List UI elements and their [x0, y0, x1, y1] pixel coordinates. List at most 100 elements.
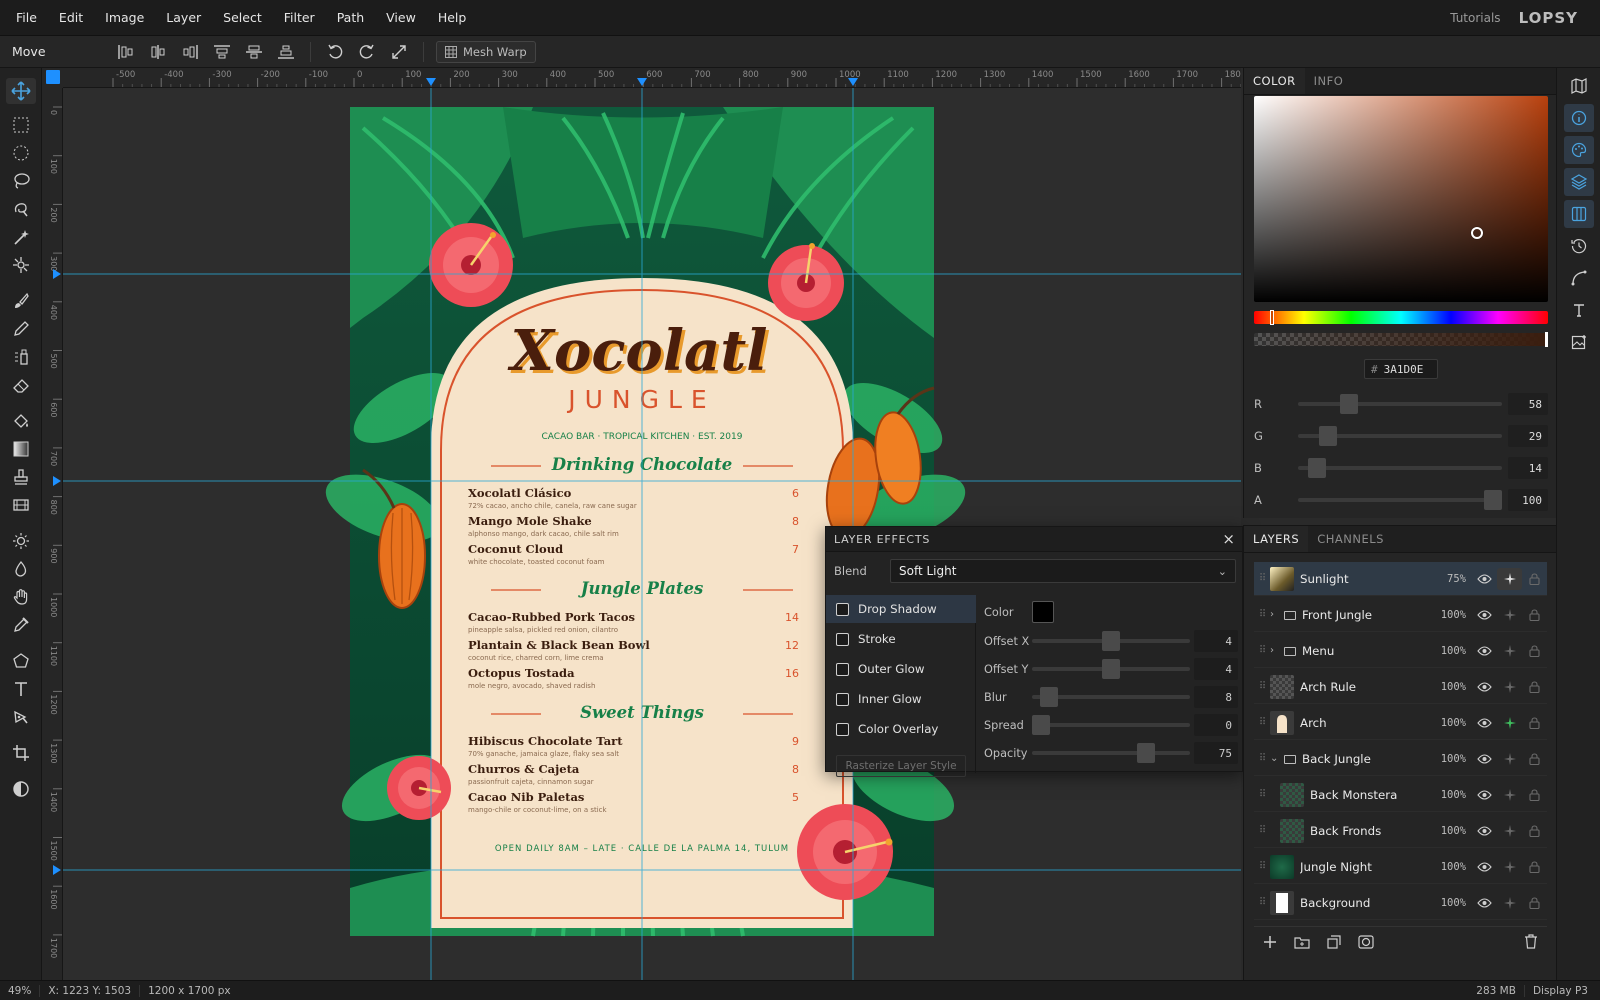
- eye-icon[interactable]: [1472, 892, 1497, 914]
- sparkle-fx-icon[interactable]: [1497, 712, 1522, 734]
- channel-slider-track[interactable]: [1298, 490, 1502, 510]
- menu-file[interactable]: File: [0, 0, 48, 36]
- crop-icon[interactable]: [6, 740, 36, 766]
- slider-thumb[interactable]: [1319, 426, 1338, 446]
- layer-row-back-fronds[interactable]: ⠿ Back Fronds 100%: [1254, 814, 1547, 848]
- slider-thumb[interactable]: [1308, 458, 1327, 478]
- layer-name[interactable]: Back Fronds: [1310, 824, 1432, 838]
- drag-handle-icon[interactable]: ⠿: [1254, 789, 1270, 800]
- drag-handle-icon[interactable]: ⠿: [1254, 717, 1270, 728]
- layer-row-jungle-night[interactable]: ⠿ Jungle Night 100%: [1254, 850, 1547, 884]
- lock-icon[interactable]: [1522, 640, 1547, 662]
- color-picker-handle[interactable]: [1471, 227, 1483, 239]
- stamp-icon[interactable]: [6, 464, 36, 490]
- drag-handle-icon[interactable]: ⠿: [1254, 609, 1270, 620]
- smart-select-icon[interactable]: [6, 252, 36, 278]
- hue-slider-thumb[interactable]: [1270, 310, 1274, 325]
- magic-wand-icon[interactable]: [6, 224, 36, 250]
- param-slider-track[interactable]: [1032, 631, 1190, 651]
- param-value-input[interactable]: 0: [1194, 714, 1238, 736]
- tab-color[interactable]: COLOR: [1244, 68, 1305, 94]
- layer-name[interactable]: Back Jungle: [1302, 752, 1432, 766]
- blend-mode-select[interactable]: Soft Light ⌄: [890, 559, 1236, 583]
- eye-icon[interactable]: [1472, 604, 1497, 626]
- eye-icon[interactable]: [1472, 856, 1497, 878]
- drag-handle-icon[interactable]: ⠿: [1254, 645, 1270, 656]
- contrast-icon[interactable]: [6, 776, 36, 802]
- layer-row-arch[interactable]: ⠿ Arch 100%: [1254, 706, 1547, 740]
- eyedropper-icon[interactable]: [6, 612, 36, 638]
- lock-icon[interactable]: [1522, 748, 1547, 770]
- layer-name[interactable]: Jungle Night: [1300, 860, 1432, 874]
- layer-row-sunlight[interactable]: ⠿ Sunlight 75%: [1254, 562, 1547, 596]
- character-text-icon[interactable]: [1564, 296, 1594, 324]
- layer-row-front-jungle[interactable]: ⠿ › Front Jungle 100%: [1254, 598, 1547, 632]
- sparkle-fx-icon[interactable]: [1497, 892, 1522, 914]
- rect-select-icon[interactable]: [6, 112, 36, 138]
- layer-name[interactable]: Menu: [1302, 644, 1432, 658]
- columns-icon[interactable]: [1564, 200, 1594, 228]
- alpha-slider-thumb[interactable]: [1545, 332, 1548, 347]
- sparkle-fx-icon[interactable]: [1497, 567, 1522, 590]
- lock-icon[interactable]: [1522, 892, 1547, 914]
- slider-thumb[interactable]: [1484, 490, 1502, 510]
- lock-icon[interactable]: [1522, 784, 1547, 806]
- sparkle-fx-icon[interactable]: [1497, 856, 1522, 878]
- clone-brush-icon[interactable]: [6, 344, 36, 370]
- history-icon[interactable]: [1564, 232, 1594, 260]
- menu-edit[interactable]: Edit: [48, 0, 94, 36]
- eye-icon[interactable]: [1472, 568, 1497, 590]
- menu-path[interactable]: Path: [326, 0, 375, 36]
- palette-icon[interactable]: [1564, 136, 1594, 164]
- menu-layer[interactable]: Layer: [155, 0, 212, 36]
- expand-caret-icon[interactable]: ⌄: [1270, 753, 1284, 764]
- layer-name[interactable]: Sunlight: [1300, 572, 1432, 586]
- sparkle-fx-icon[interactable]: [1497, 820, 1522, 842]
- align-top-icon[interactable]: [206, 38, 238, 66]
- checkbox[interactable]: [836, 602, 849, 616]
- effect-outer-glow[interactable]: Outer Glow: [826, 655, 976, 683]
- layer-name[interactable]: Front Jungle: [1302, 608, 1432, 622]
- tab-layers[interactable]: LAYERS: [1244, 526, 1309, 552]
- checkbox[interactable]: [836, 662, 849, 676]
- param-slider-track[interactable]: [1032, 687, 1190, 707]
- polygon-shape-icon[interactable]: [6, 648, 36, 674]
- zoom-level[interactable]: 49%: [0, 985, 39, 997]
- channel-slider-track[interactable]: [1298, 426, 1502, 446]
- filmstrip-icon[interactable]: [6, 492, 36, 518]
- param-value-input[interactable]: 4: [1194, 630, 1238, 652]
- tab-channels[interactable]: CHANNELS: [1308, 526, 1393, 552]
- slider-thumb[interactable]: [1102, 631, 1120, 651]
- align-middle-v-icon[interactable]: [238, 38, 270, 66]
- gradient-icon[interactable]: [6, 436, 36, 462]
- sparkle-fx-icon[interactable]: [1497, 640, 1522, 662]
- align-right-icon[interactable]: [174, 38, 206, 66]
- channel-value-input[interactable]: 14: [1508, 457, 1548, 479]
- drag-handle-icon[interactable]: ⠿: [1254, 753, 1270, 764]
- sparkle-fx-icon[interactable]: [1497, 604, 1522, 626]
- layer-row-arch-rule[interactable]: ⠿ Arch Rule 100%: [1254, 670, 1547, 704]
- sparkle-fx-icon[interactable]: [1497, 748, 1522, 770]
- param-value-input[interactable]: 75: [1194, 742, 1238, 764]
- param-slider-track[interactable]: [1032, 715, 1190, 735]
- rasterize-layer-style-button[interactable]: Rasterize Layer Style: [836, 755, 966, 777]
- effect-inner-glow[interactable]: Inner Glow: [826, 685, 976, 713]
- guide-marker[interactable]: [53, 476, 61, 486]
- channel-slider-track[interactable]: [1298, 458, 1502, 478]
- channel-value-input[interactable]: 29: [1508, 425, 1548, 447]
- lock-icon[interactable]: [1522, 676, 1547, 698]
- checkbox[interactable]: [836, 692, 849, 706]
- lock-icon[interactable]: [1522, 712, 1547, 734]
- channel-value-input[interactable]: 100: [1508, 489, 1548, 511]
- drag-handle-icon[interactable]: ⠿: [1254, 861, 1270, 872]
- checkbox[interactable]: [836, 632, 849, 646]
- drag-handle-icon[interactable]: ⠿: [1254, 897, 1270, 908]
- sparkle-fx-icon[interactable]: [1497, 676, 1522, 698]
- lock-icon[interactable]: [1522, 856, 1547, 878]
- slider-thumb[interactable]: [1340, 394, 1359, 414]
- pen-tool-icon[interactable]: [6, 704, 36, 730]
- text-tool-icon[interactable]: [6, 676, 36, 702]
- layer-row-menu[interactable]: ⠿ › Menu 100%: [1254, 634, 1547, 668]
- layer-name[interactable]: Arch Rule: [1300, 680, 1432, 694]
- expand-icon[interactable]: [383, 38, 415, 66]
